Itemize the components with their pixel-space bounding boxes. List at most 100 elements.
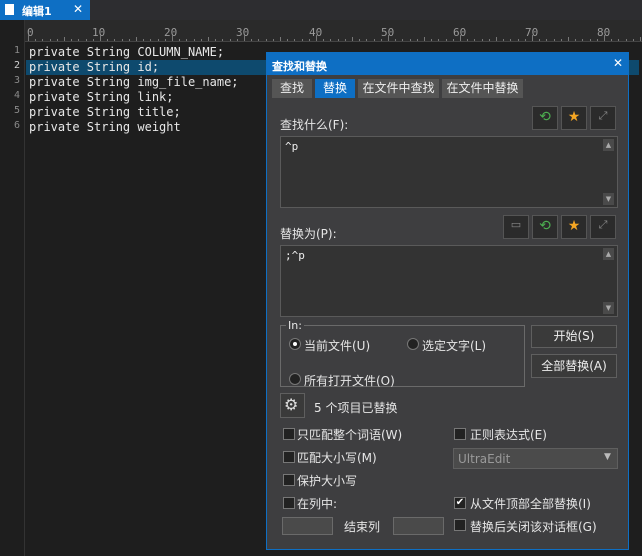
ruler-tick <box>632 39 634 41</box>
document-tab-bar <box>0 0 642 20</box>
match-case-checkbox[interactable] <box>283 451 295 463</box>
close-dialog-icon[interactable]: ✕ <box>613 56 623 70</box>
ruler-tick <box>308 39 310 41</box>
scope-selection-radio[interactable] <box>407 338 419 350</box>
replace-history-button[interactable]: ⟲ <box>532 215 558 239</box>
ruler-tick <box>560 39 562 41</box>
ruler-tick <box>488 39 490 41</box>
line-number: 1 <box>13 45 20 56</box>
star-icon: ★ <box>567 109 581 125</box>
ruler-tick <box>121 39 123 41</box>
ruler-tick <box>323 39 325 41</box>
ruler-tick <box>107 39 109 41</box>
find-what-field[interactable]: ^p ▲ ▼ <box>280 136 618 208</box>
history-icon: ⟲ <box>539 218 551 234</box>
ruler-tick <box>287 39 289 41</box>
scope-all-open-radio[interactable] <box>289 373 301 385</box>
regex-engine-select[interactable]: UltraEdit ▼ <box>453 448 618 469</box>
ruler-tick <box>503 39 505 41</box>
ruler-tick <box>589 39 591 41</box>
scope-current-file-radio[interactable] <box>289 338 301 350</box>
ruler-tick <box>337 39 339 41</box>
in-column-checkbox[interactable] <box>283 497 295 509</box>
ruler-tick <box>251 39 253 41</box>
regex-checkbox[interactable] <box>454 428 466 440</box>
ruler-tick <box>452 39 454 41</box>
line-number: 4 <box>13 90 20 101</box>
document-tab[interactable]: 编辑1 ✕ <box>0 0 90 20</box>
ruler-tick <box>380 39 382 41</box>
find-history-button[interactable]: ⟲ <box>532 106 558 130</box>
ruler-tick <box>265 39 267 41</box>
replace-with-value: ;^p <box>285 249 305 262</box>
ruler-tick <box>208 37 209 41</box>
whole-word-checkbox[interactable] <box>283 428 295 440</box>
tab-replace[interactable]: 替换 <box>315 79 355 98</box>
ruler-tick <box>517 39 519 41</box>
find-replace-dialog: 查找和替换 ✕ 查找 替换 在文件中查找 在文件中替换 查找什么(F): ⟲ ★… <box>266 52 629 550</box>
ruler-tick <box>85 39 87 41</box>
star-icon: ★ <box>567 218 581 234</box>
ruler-tick <box>611 39 613 41</box>
ruler-tick <box>128 39 130 41</box>
ruler-tick <box>301 39 303 41</box>
ruler-tick <box>344 39 346 41</box>
tab-find-in-files[interactable]: 在文件中查找 <box>358 79 439 98</box>
replace-expand-button[interactable]: ⤢ <box>590 215 616 239</box>
ruler-tick <box>35 39 37 41</box>
scope-current-file-label: 当前文件(U) <box>304 339 371 353</box>
start-button[interactable]: 开始(S) <box>531 325 617 348</box>
line-number: 3 <box>13 75 20 86</box>
ruler-tick <box>539 39 541 41</box>
line-number: 6 <box>13 120 20 131</box>
ruler-tick <box>179 39 181 41</box>
ruler-tick <box>272 39 274 41</box>
chat-icon: ▭ <box>510 218 522 231</box>
ruler-tick <box>568 37 569 41</box>
end-column-input[interactable] <box>393 517 444 535</box>
from-top-checkbox[interactable]: ✔ <box>454 497 466 509</box>
scope-selection-label: 选定文字(L) <box>422 339 487 353</box>
ruler-tick <box>157 39 159 41</box>
tab-replace-in-files[interactable]: 在文件中替换 <box>442 79 523 98</box>
close-tab-icon[interactable]: ✕ <box>73 2 83 16</box>
scroll-up-icon[interactable]: ▲ <box>603 248 614 260</box>
close-after-checkbox[interactable] <box>454 519 466 531</box>
ruler-tick <box>64 37 65 41</box>
document-icon <box>5 4 14 15</box>
find-favorites-button[interactable]: ★ <box>561 106 587 130</box>
ruler-tick <box>431 39 433 41</box>
ruler-tick <box>438 39 440 41</box>
dialog-title-bar[interactable]: 查找和替换 ✕ <box>267 53 628 75</box>
tab-find[interactable]: 查找 <box>272 79 312 98</box>
ruler-tick <box>510 39 512 41</box>
end-column-label: 结束列 <box>344 520 381 534</box>
ruler-tick <box>56 39 58 41</box>
replace-favorites-button[interactable]: ★ <box>561 215 587 239</box>
find-field-scrollbar[interactable]: ▲ ▼ <box>602 138 616 206</box>
replace-special-button[interactable]: ▭ <box>503 215 529 239</box>
chevron-down-icon: ▼ <box>604 452 611 462</box>
scroll-up-icon[interactable]: ▲ <box>603 139 614 151</box>
ruler-tick <box>496 37 497 41</box>
replace-field-scrollbar[interactable]: ▲ ▼ <box>602 247 616 315</box>
scroll-down-icon[interactable]: ▼ <box>603 302 614 314</box>
ruler-tick <box>373 39 375 41</box>
settings-button[interactable]: ⚙ <box>280 393 305 418</box>
replace-all-button[interactable]: 全部替换(A) <box>531 354 617 378</box>
replace-with-field[interactable]: ;^p ▲ ▼ <box>280 245 618 317</box>
ruler-tick <box>172 35 173 41</box>
ruler-tick <box>150 39 152 41</box>
ruler-tick <box>280 37 281 41</box>
whole-word-label: 只匹配整个词语(W) <box>297 428 403 442</box>
scroll-down-icon[interactable]: ▼ <box>603 193 614 205</box>
line-number: 2 <box>13 60 20 71</box>
ruler-tick <box>625 39 627 41</box>
start-column-input[interactable] <box>282 517 333 535</box>
ruler-tick <box>143 39 145 41</box>
find-expand-button[interactable]: ⤢ <box>590 106 616 130</box>
gear-icon: ⚙ <box>284 395 299 414</box>
preserve-case-checkbox[interactable] <box>283 474 295 486</box>
line-number-gutter: 1 2 3 4 5 6 <box>0 20 25 556</box>
ruler-tick <box>222 39 224 41</box>
